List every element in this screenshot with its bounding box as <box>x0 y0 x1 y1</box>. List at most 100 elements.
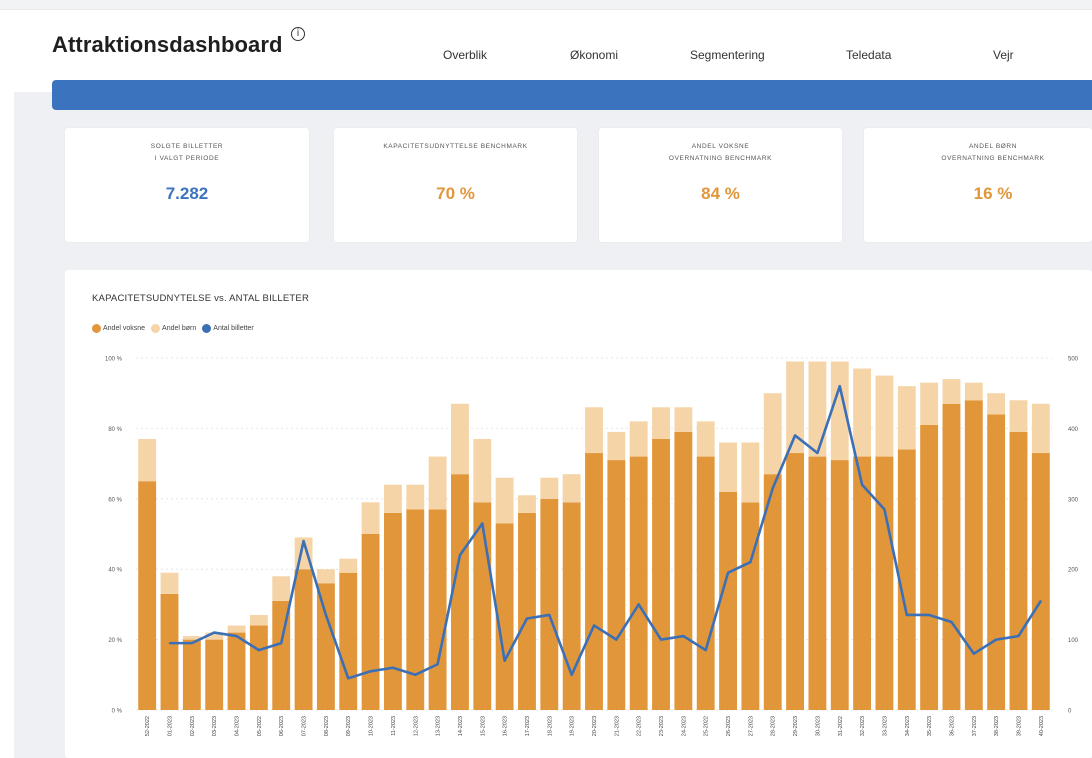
bar-andel-voksne <box>607 460 626 710</box>
bar-andel-born <box>629 421 648 457</box>
point-antal-billetter <box>191 642 193 644</box>
bar-andel-voksne <box>249 625 268 710</box>
bar-andel-born <box>920 382 939 425</box>
bar-andel-voksne <box>830 460 849 710</box>
bar-andel-born <box>339 558 358 573</box>
bar-andel-voksne <box>182 639 201 710</box>
bar-andel-born <box>227 625 246 633</box>
bar-andel-voksne <box>585 453 603 710</box>
y-right-tick-label: 0 <box>1068 709 1072 715</box>
point-antal-billetter <box>503 659 506 662</box>
point-antal-billetter <box>861 483 863 486</box>
point-antal-billetter <box>347 677 350 680</box>
y-right-tick-label: 400 <box>1068 427 1079 433</box>
bar-andel-born <box>361 502 380 534</box>
bar-andel-born <box>741 442 760 503</box>
bar-andel-voksne <box>227 632 246 710</box>
bar-andel-born <box>1009 400 1028 432</box>
point-antal-billetter <box>995 638 997 641</box>
bar-andel-voksne <box>294 569 313 710</box>
bar-andel-voksne <box>518 512 536 710</box>
point-antal-billetter <box>593 624 595 627</box>
point-antal-billetter <box>414 674 417 676</box>
point-antal-billetter <box>436 663 439 666</box>
x-tick-label: 09-2023 <box>346 716 352 736</box>
bar-andel-born <box>518 495 536 513</box>
bar-andel-voksne <box>987 414 1006 710</box>
x-tick-label: 26-2023 <box>726 716 732 736</box>
x-tick-label: 11-2023 <box>391 716 397 736</box>
point-antal-billetter <box>168 642 171 644</box>
bar-andel-voksne <box>652 438 670 710</box>
x-tick-label: 20-2023 <box>592 716 598 736</box>
point-antal-billetter <box>459 554 461 556</box>
point-antal-billetter <box>570 674 573 676</box>
x-tick-label: 28-2023 <box>771 716 777 736</box>
bar-andel-born <box>942 379 961 404</box>
point-antal-billetter <box>883 508 886 511</box>
point-antal-billetter <box>771 487 774 490</box>
x-tick-label: 01-2023 <box>168 716 174 736</box>
y-left-tick-label: 0 % <box>112 709 123 715</box>
y-right-tick-label: 500 <box>1068 357 1079 363</box>
bar-andel-voksne <box>205 639 224 710</box>
x-tick-label: 22-2023 <box>637 716 643 736</box>
point-antal-billetter <box>325 614 327 616</box>
y-left-tick-label: 100 % <box>105 357 123 363</box>
point-antal-billetter <box>905 614 908 616</box>
bar-andel-born <box>562 474 581 503</box>
point-antal-billetter <box>369 670 372 673</box>
bar-andel-voksne <box>339 572 358 710</box>
bar-andel-born <box>607 431 626 461</box>
point-antal-billetter <box>302 540 305 542</box>
x-tick-label: 27-2023 <box>748 716 754 736</box>
bar-andel-born <box>428 456 447 510</box>
x-tick-label: 16-2023 <box>503 716 509 736</box>
bar-andel-born <box>987 393 1006 415</box>
bar-andel-voksne <box>853 456 872 710</box>
x-tick-label: 31-2022 <box>838 716 844 736</box>
x-tick-label: 17-2023 <box>525 716 531 736</box>
x-tick-label: 02-2023 <box>190 716 196 736</box>
bar-andel-born <box>451 403 469 475</box>
x-tick-label: 04-2023 <box>235 716 241 736</box>
y-left-tick-label: 60 % <box>108 497 122 503</box>
bar-andel-voksne <box>786 453 805 710</box>
x-tick-label: 33-2023 <box>882 716 888 736</box>
point-antal-billetter <box>727 571 729 574</box>
bar-andel-voksne <box>964 400 983 710</box>
bar-andel-born <box>696 421 715 457</box>
x-tick-label: 23-2023 <box>659 716 665 736</box>
bar-andel-born <box>1031 403 1050 454</box>
point-antal-billetter <box>816 452 819 454</box>
bar-andel-voksne <box>562 502 581 710</box>
point-antal-billetter <box>749 561 752 563</box>
y-right-tick-label: 100 <box>1068 638 1079 644</box>
bar-andel-born <box>473 438 492 503</box>
point-antal-billetter <box>213 631 215 634</box>
bar-andel-born <box>540 477 559 499</box>
x-tick-label: 30-2023 <box>815 716 821 736</box>
y-right-tick-label: 300 <box>1068 497 1079 503</box>
point-antal-billetter <box>258 649 260 651</box>
bar-andel-voksne <box>160 593 179 710</box>
x-tick-label: 21-2023 <box>614 716 620 736</box>
x-tick-label: 35-2023 <box>927 716 933 736</box>
x-tick-label: 15-2023 <box>480 716 486 736</box>
x-tick-label: 36-2023 <box>949 716 955 736</box>
point-antal-billetter <box>548 614 551 616</box>
bar-andel-born <box>383 484 402 513</box>
bar-andel-voksne <box>920 424 939 710</box>
bar-andel-born <box>674 407 693 432</box>
bar-andel-voksne <box>540 498 559 710</box>
bar-andel-voksne <box>1031 453 1050 710</box>
x-tick-label: 03-2023 <box>212 716 218 736</box>
point-antal-billetter <box>392 666 394 669</box>
x-tick-label: 19-2023 <box>570 716 576 736</box>
bar-andel-voksne <box>138 481 157 710</box>
x-tick-label: 07-2023 <box>302 716 308 736</box>
bar-andel-born <box>763 393 782 475</box>
point-antal-billetter <box>615 638 618 641</box>
y-right-tick-label: 200 <box>1068 568 1079 574</box>
bar-andel-voksne <box>942 403 961 710</box>
